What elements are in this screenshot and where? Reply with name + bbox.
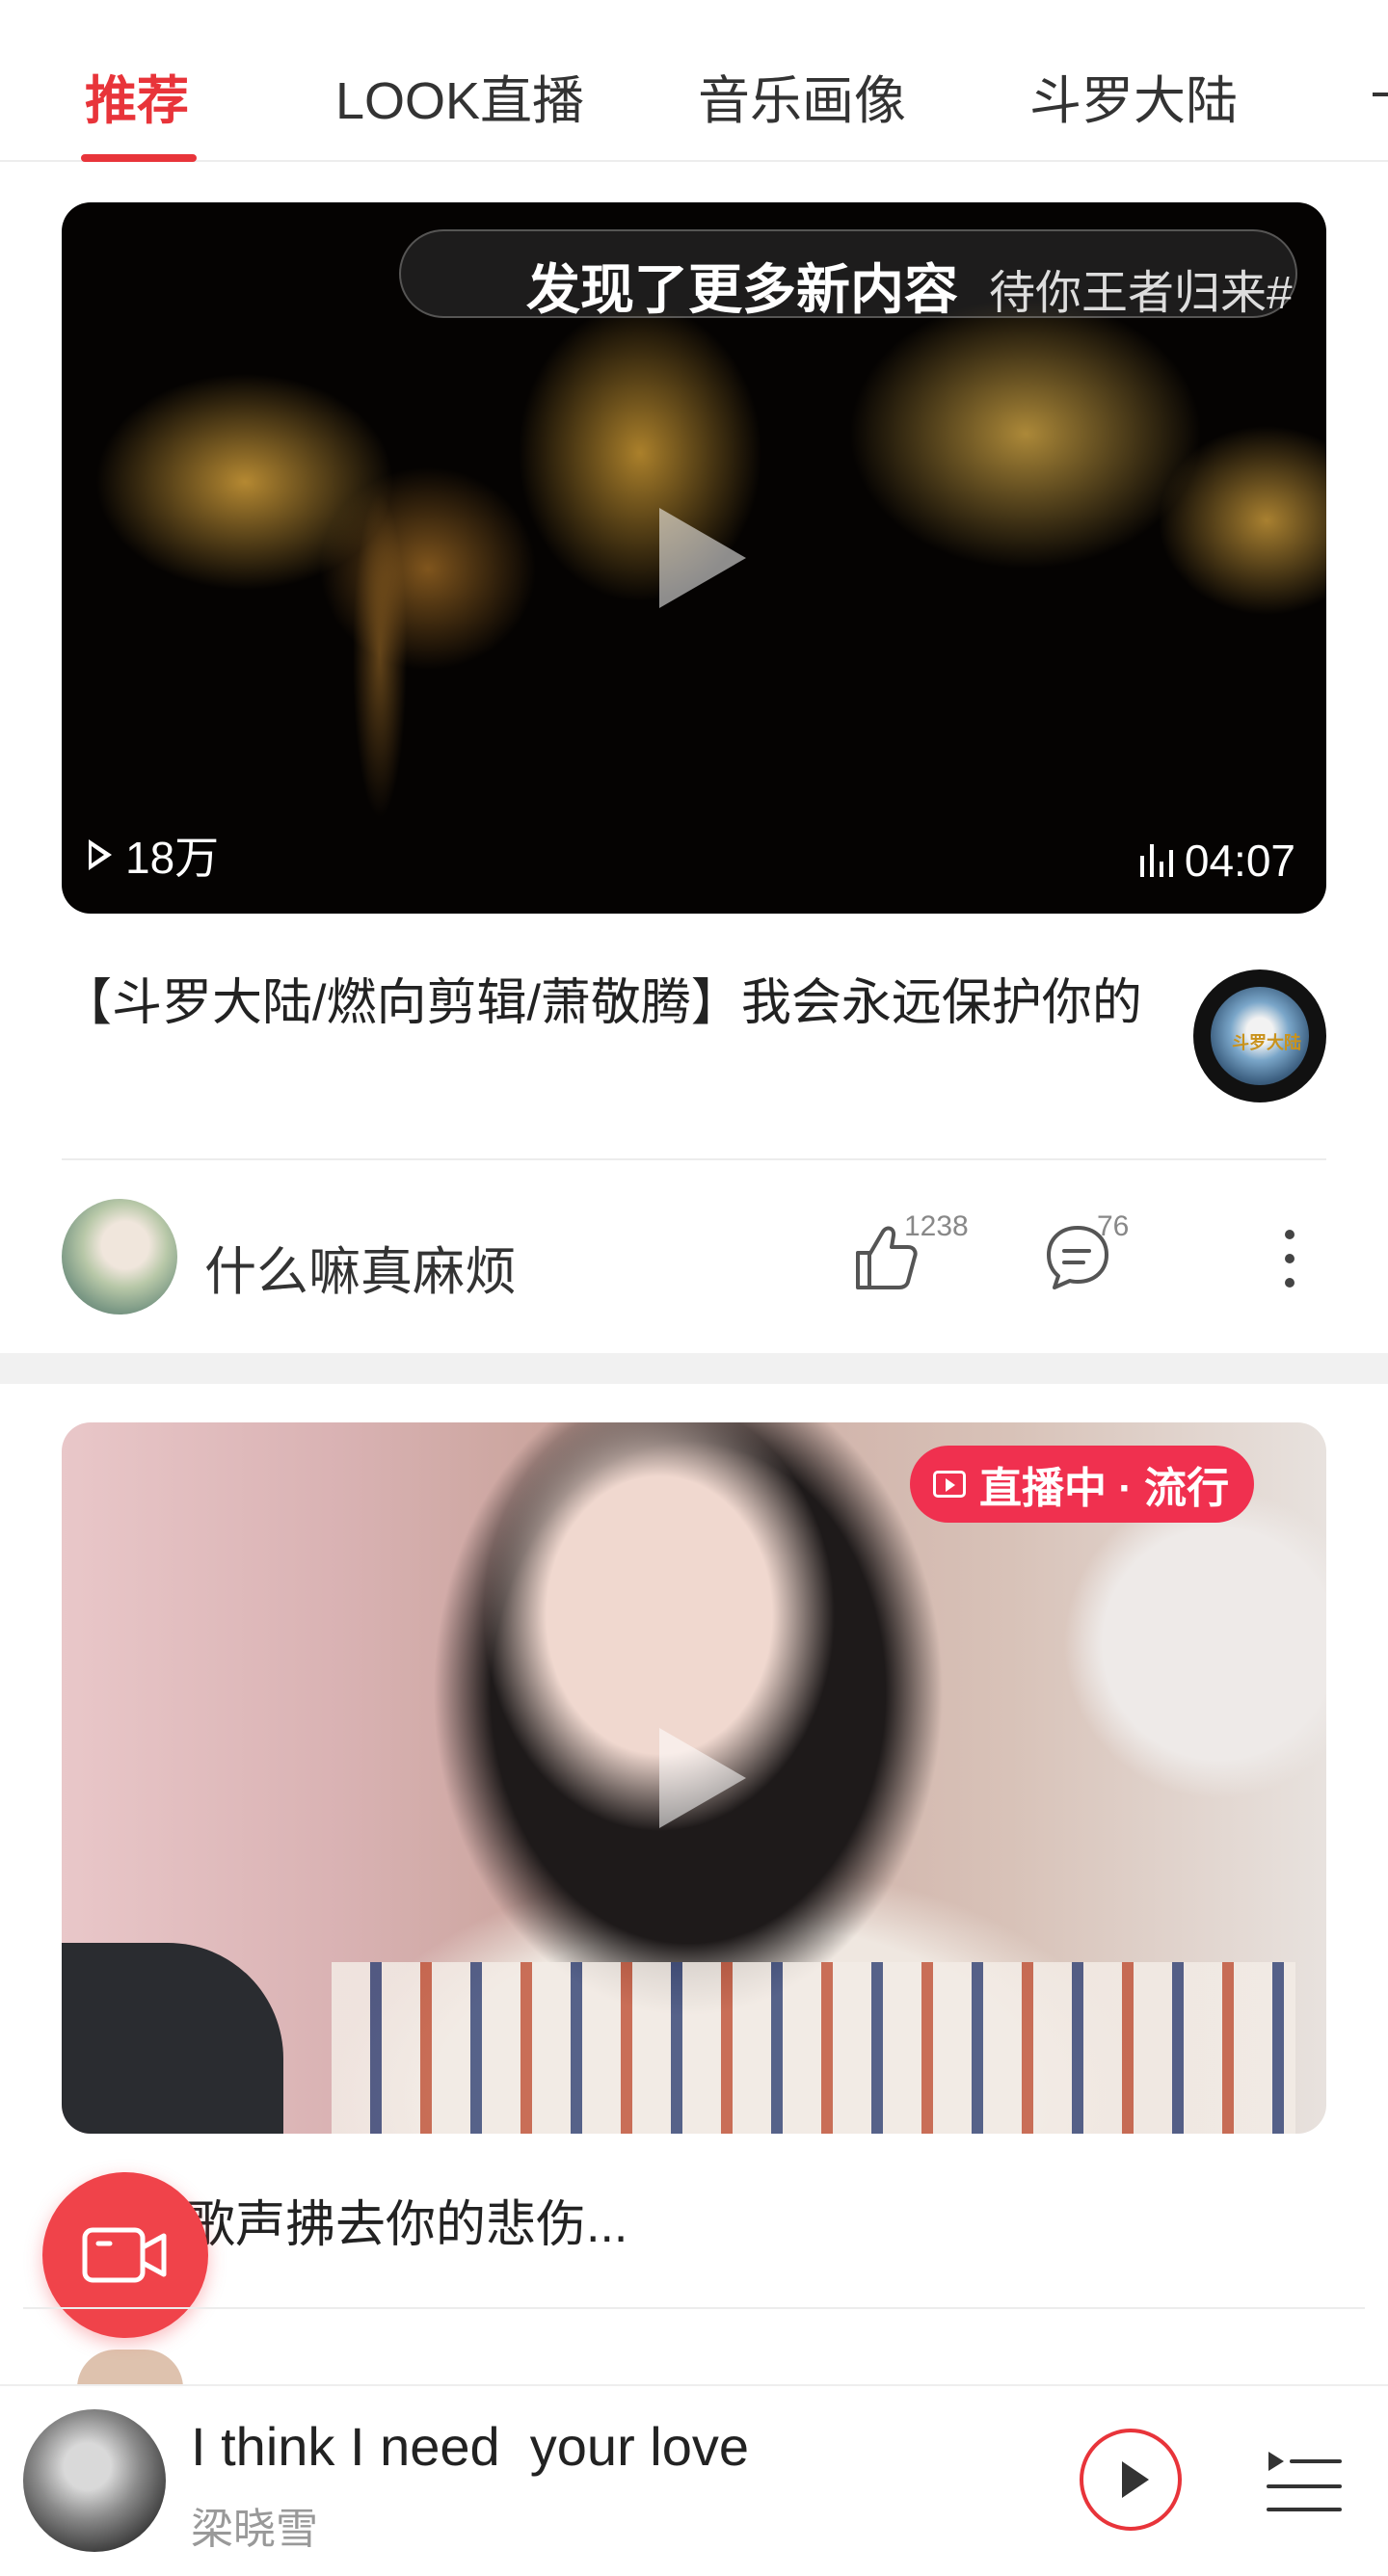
live-badge-label: 直播中 · 流行	[979, 1465, 1230, 1512]
tab-douluo[interactable]: 斗罗大陆	[1029, 58, 1238, 134]
music-disc-icon[interactable]: 斗罗大陆	[1193, 969, 1326, 1102]
tab-music-portrait[interactable]: 音乐画像	[698, 58, 906, 134]
view-count: 18万	[89, 823, 219, 887]
live-card-thumbnail[interactable]: 直播中 · 流行	[62, 1422, 1326, 2134]
song-title[interactable]: I think I need your love	[191, 2415, 749, 2478]
disc-label: 斗罗大陆	[1232, 1033, 1301, 1052]
tab-active-indicator	[81, 154, 197, 162]
banner-hashtag: 待你王者归来#	[989, 268, 1293, 319]
top-tab-bar: 推荐 LOOK直播 音乐画像 斗罗大陆	[0, 0, 1388, 162]
play-icon[interactable]	[659, 508, 746, 608]
playlist-icon[interactable]	[1263, 2440, 1344, 2521]
comment-count: 76	[1097, 1210, 1130, 1242]
album-cover[interactable]	[23, 2409, 166, 2552]
bars-icon	[1139, 844, 1173, 877]
author-avatar[interactable]	[62, 1199, 177, 1315]
video-card-1-title[interactable]: 【斗罗大陆/燃向剪辑/萧敬腾】我会永远保护你的	[62, 964, 1199, 1043]
live-icon	[933, 1471, 966, 1498]
tab-recommend[interactable]: 推荐	[85, 58, 189, 134]
like-count: 1238	[904, 1210, 969, 1242]
duration-value: 04:07	[1184, 836, 1295, 886]
play-count-icon	[89, 839, 112, 870]
author-name[interactable]: 什么嘛真麻烦	[204, 1229, 517, 1305]
record-video-button[interactable]	[42, 2172, 208, 2338]
live-badge[interactable]: 直播中 · 流行	[910, 1446, 1255, 1523]
live-card-title[interactable]: 歌声拂去你的悲伤...	[185, 2184, 627, 2256]
author-avatar[interactable]	[77, 2350, 183, 2388]
view-count-value: 18万	[125, 833, 220, 883]
divider	[62, 1158, 1326, 1160]
play-circle-icon[interactable]	[1080, 2429, 1182, 2531]
play-icon[interactable]	[659, 1728, 746, 1828]
new-content-banner[interactable]: 待你王者归来# 发现了更多新内容	[399, 229, 1297, 320]
divider	[23, 2307, 1365, 2309]
video-duration: 04:07	[1139, 835, 1295, 887]
tab-look-live[interactable]: LOOK直播	[335, 58, 584, 134]
banner-text: 发现了更多新内容	[526, 259, 958, 320]
tab-overflow-indicator[interactable]	[1363, 58, 1388, 116]
video-card-1-thumbnail[interactable]: 待你王者归来# 发现了更多新内容 18万 04:07	[62, 202, 1326, 914]
video-camera-icon	[82, 2227, 167, 2283]
mini-player[interactable]: I think I need your love 梁晓雪	[0, 2384, 1388, 2576]
more-icon[interactable]	[1278, 1230, 1301, 1288]
section-separator	[0, 1353, 1388, 1384]
song-artist[interactable]: 梁晓雪	[191, 2494, 318, 2556]
